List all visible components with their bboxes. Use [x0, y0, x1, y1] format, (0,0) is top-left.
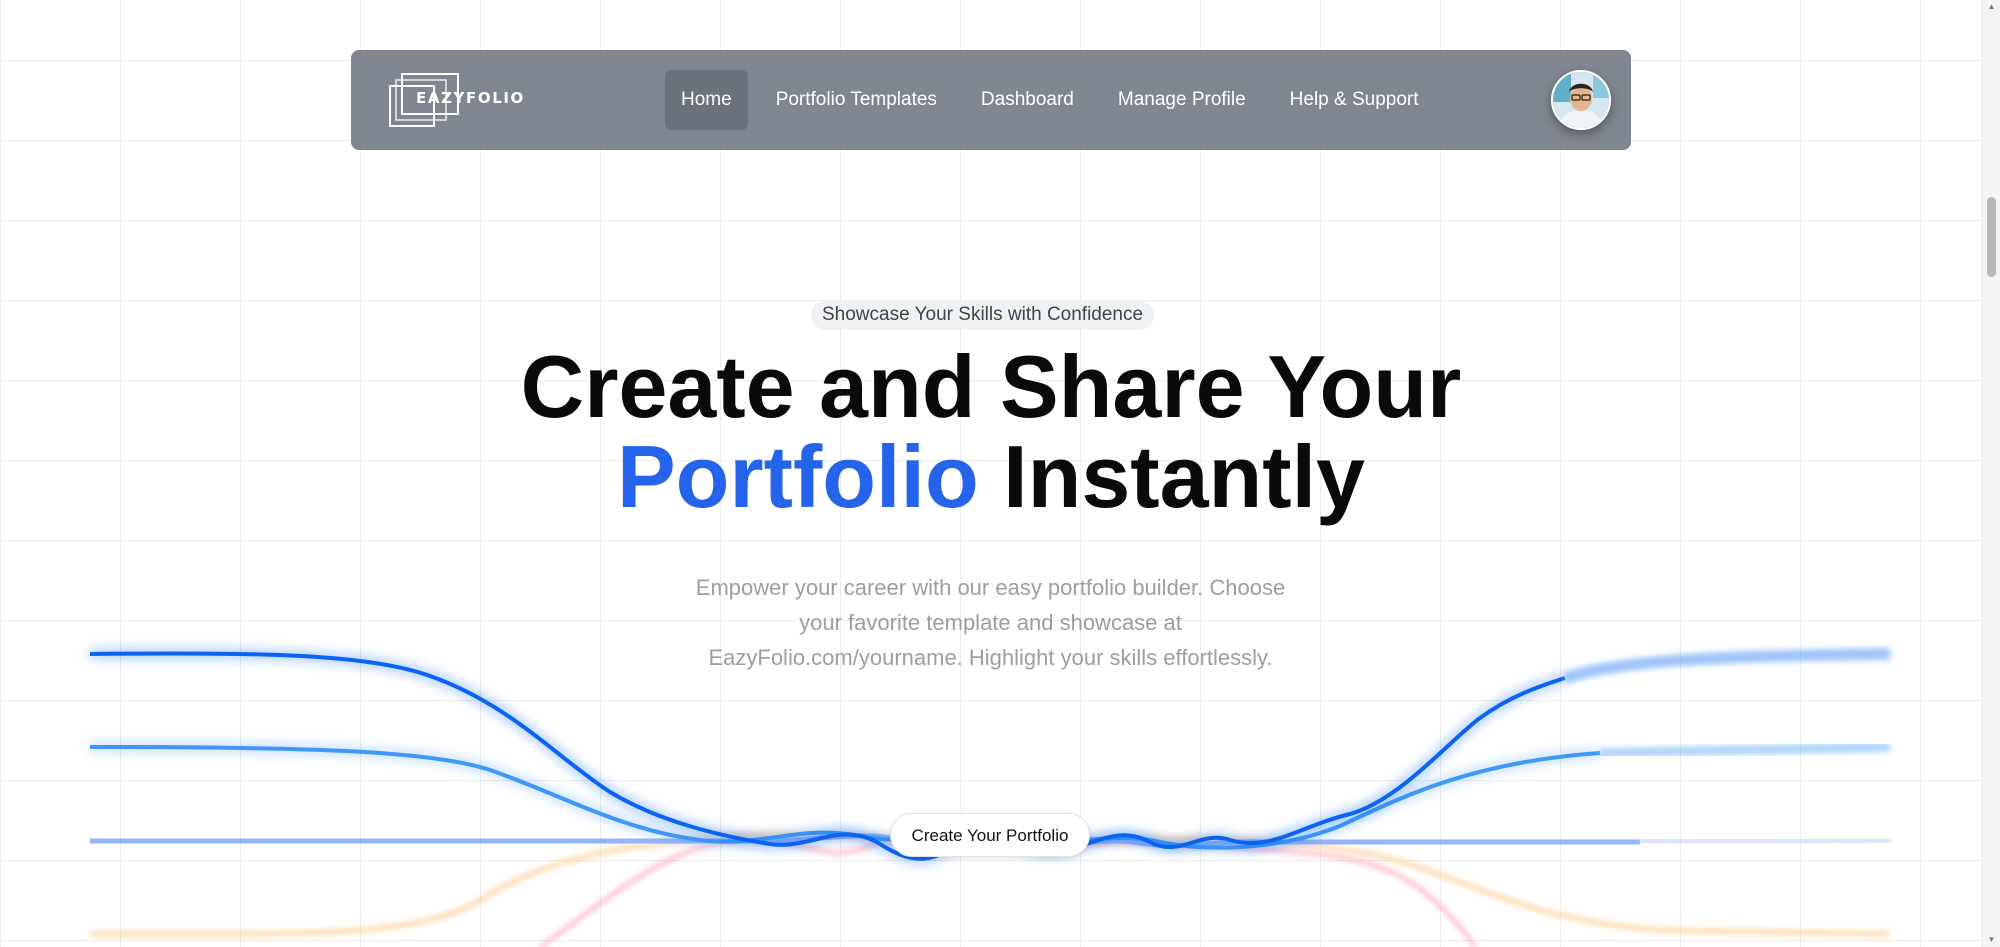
user-avatar[interactable]: [1551, 70, 1611, 130]
hero-badge: Showcase Your Skills with Confidence: [811, 300, 1155, 330]
nav-link-dashboard[interactable]: Dashboard: [965, 70, 1090, 130]
scroll-down-arrow-icon[interactable]: ▼: [1983, 933, 2000, 947]
nav-link-help-support[interactable]: Help & Support: [1274, 70, 1435, 130]
scroll-up-arrow-icon[interactable]: ▲: [1983, 0, 2000, 14]
decorative-waves: [89, 648, 1891, 947]
headline-rest: Instantly: [978, 427, 1365, 526]
nav-links: Home Portfolio Templates Dashboard Manag…: [665, 70, 1435, 130]
headline-line-1: Create and Share Your: [520, 337, 1462, 436]
logo-text: EAZYFOLIO: [416, 89, 525, 107]
headline-accent-word: Portfolio: [616, 427, 979, 526]
nav-link-manage-profile[interactable]: Manage Profile: [1102, 70, 1262, 130]
avatar-photo-icon: [1553, 72, 1609, 128]
nav-link-home[interactable]: Home: [665, 70, 748, 130]
page: EAZYFOLIO Home Portfolio Templates Dashb…: [0, 0, 2000, 947]
navbar: EAZYFOLIO Home Portfolio Templates Dashb…: [351, 50, 1631, 150]
create-portfolio-button[interactable]: Create Your Portfolio: [890, 813, 1090, 857]
scrollbar-thumb[interactable]: [1987, 197, 1996, 277]
nav-link-portfolio-templates[interactable]: Portfolio Templates: [760, 70, 953, 130]
hero-headline: Create and Share Your Portfolio Instantl…: [0, 342, 1982, 522]
page-scrollbar[interactable]: ▲ ▼: [1982, 0, 2000, 947]
eazyfolio-logo[interactable]: EAZYFOLIO: [389, 72, 539, 128]
